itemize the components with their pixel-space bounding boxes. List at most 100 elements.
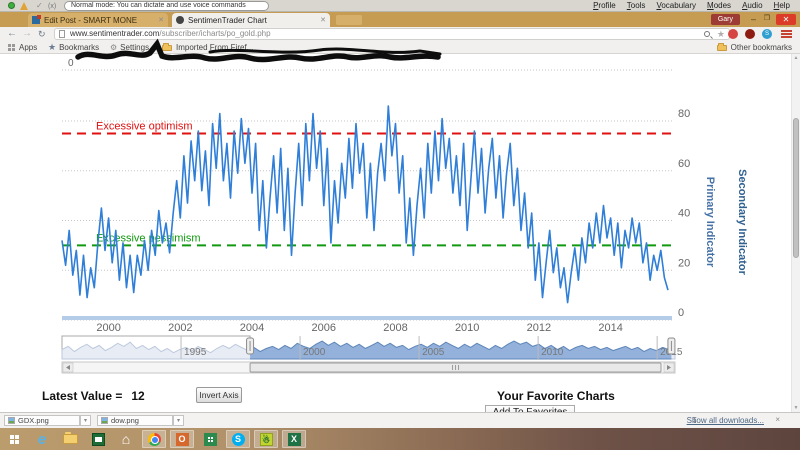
x-axis-tick-label: 2000 — [96, 322, 120, 334]
navigator-area-selected — [62, 341, 675, 359]
dragon-icon[interactable]: ☃ — [254, 430, 278, 448]
hscroll-left-icon — [66, 365, 70, 370]
calculator-icon[interactable] — [198, 430, 222, 448]
scrollbar-thumb[interactable] — [793, 118, 799, 258]
latest-value-readout: Latest Value =12 — [42, 389, 145, 403]
menu-vocabulary[interactable]: Vocabulary — [656, 1, 696, 10]
excel-icon[interactable]: X — [282, 430, 306, 448]
close-tab-icon[interactable]: ✕ — [158, 16, 164, 24]
outlook-icon[interactable]: O — [170, 430, 194, 448]
download-item-dow[interactable]: dow.png — [97, 415, 173, 426]
bookmark-imported-folder[interactable]: Imported From Firef... — [162, 41, 253, 54]
x-axis-tick-label: 2012 — [527, 322, 551, 334]
minimize-window-button[interactable]: – — [751, 13, 756, 25]
show-all-downloads-link[interactable]: Show all downloads... — [687, 416, 764, 425]
back-button[interactable]: ← — [7, 27, 17, 41]
scroll-down-icon[interactable]: ▼ — [792, 404, 800, 412]
navigator-handle[interactable] — [247, 338, 254, 354]
page-vertical-scrollbar[interactable]: ▲ ▼ — [791, 54, 800, 412]
microphone-status-icon[interactable] — [8, 2, 15, 9]
threshold-label: Excessive pessimism — [96, 232, 201, 244]
y-axis-tick-label: 40 — [678, 208, 690, 220]
check-icon: ✓ — [36, 2, 43, 10]
hscroll-thumb[interactable] — [250, 363, 661, 372]
sentiment-chart: 0 80 60 40 20 0 Excessive optimism Excessive pe… — [0, 0, 800, 412]
navigator-tick-label: 1995 — [184, 347, 207, 358]
reload-button[interactable]: ↻ — [38, 27, 46, 41]
menu-profile[interactable]: Profile — [593, 1, 616, 10]
image-file-icon — [8, 417, 15, 424]
close-tab-icon[interactable]: ✕ — [320, 16, 326, 24]
extension-icon-red[interactable] — [728, 29, 738, 39]
secondary-axis-title: Secondary Indicator — [736, 169, 748, 275]
download-item-gdx[interactable]: GDX.png — [4, 415, 80, 426]
close-window-button[interactable]: ✕ — [776, 14, 796, 25]
url-path: /subscriber/icharts/po_gold.php — [159, 29, 270, 39]
x-axis-band — [62, 316, 672, 320]
hscroll-right-button[interactable] — [664, 363, 674, 372]
x-axis-tick-label: 2002 — [168, 322, 192, 334]
primary-indicator-series — [62, 106, 668, 303]
tab-sentimentrader-chart[interactable]: SentimenTrader Chart ✕ — [172, 13, 330, 27]
scroll-up-icon[interactable]: ▲ — [792, 54, 800, 62]
y-axis-tick-label: 80 — [678, 108, 690, 120]
menu-help[interactable]: Help — [774, 1, 790, 10]
other-bookmarks[interactable]: Other bookmarks — [717, 41, 792, 54]
home-icon[interactable]: ⌂ — [114, 430, 138, 448]
download-item-menu-icon[interactable]: ▾ — [80, 415, 91, 426]
chrome-icon[interactable] — [142, 430, 166, 448]
bookmark-apps[interactable]: Apps — [8, 41, 37, 54]
search-icon[interactable] — [704, 31, 710, 37]
wordpress-favicon — [32, 16, 40, 24]
download-item-menu-icon[interactable]: ▾ — [173, 415, 184, 426]
maximize-window-button[interactable]: ❐ — [764, 13, 770, 25]
navigator-area-full — [62, 341, 675, 359]
browser-toolbar: ← → ↻ www.sentimentrader.com /subscriber… — [0, 27, 800, 41]
dragon-voice-bar: ✓ (x) Normal mode: You can dictate and u… — [0, 0, 800, 12]
x-axis-tick-label: 2008 — [383, 322, 407, 334]
threshold-label: Excessive optimism — [96, 120, 193, 132]
menu-tools[interactable]: Tools — [627, 1, 646, 10]
navigator-tick-label: 2005 — [422, 347, 445, 358]
hscroll-left-button[interactable] — [63, 363, 73, 372]
file-explorer-icon[interactable] — [58, 430, 82, 448]
menu-modes[interactable]: Modes — [707, 1, 731, 10]
y-axis-tick-label: 60 — [678, 158, 690, 170]
internet-explorer-icon[interactable]: e — [30, 430, 54, 448]
chart-hscrollbar-track[interactable] — [62, 362, 675, 373]
skype-icon[interactable]: S — [226, 430, 250, 448]
secondary-axis-tick-label: 0 — [68, 58, 74, 69]
address-bar[interactable]: www.sentimentrader.com /subscriber/ichar… — [54, 28, 730, 40]
chrome-menu-icon[interactable] — [781, 30, 792, 39]
navigator-handle[interactable] — [668, 338, 675, 354]
tab-edit-post[interactable]: Edit Post - SMART MONE ✕ — [28, 13, 168, 27]
invert-axis-button[interactable]: Invert Axis — [196, 387, 242, 403]
menu-audio[interactable]: Audio — [742, 1, 762, 10]
y-axis-tick-label: 0 — [678, 307, 684, 319]
new-tab-button[interactable] — [336, 15, 362, 25]
bookmark-star-icon[interactable]: ★ — [717, 30, 725, 39]
bookmark-settings[interactable]: ⚙ Settings — [110, 41, 149, 54]
url-domain: www.sentimentrader.com — [70, 29, 159, 39]
dragon-flame-icon[interactable] — [20, 2, 28, 10]
voice-mode-status-field: Normal mode: You can dictate and use voi… — [64, 1, 269, 11]
extension-icon-blue[interactable]: S — [762, 29, 772, 39]
forward-button[interactable]: → — [22, 27, 32, 41]
windows-taskbar: e ⌂ O S ☃ X 8:09 AM 8/1/2015 — [0, 428, 800, 450]
bookmarks-bar: Apps ★ Bookmarks ⚙ Settings Imported Fro… — [0, 41, 800, 54]
navigator-tick-label: 2015 — [660, 347, 683, 358]
tab-title: Edit Post - SMART MONE — [44, 16, 154, 25]
browser-tab-strip: Edit Post - SMART MONE ✕ SentimenTrader … — [0, 12, 800, 27]
hscroll-right-icon — [667, 365, 671, 370]
y-axis-tick-label: 20 — [678, 257, 690, 269]
folder-icon — [162, 45, 172, 51]
profile-name-button[interactable]: Gary — [711, 14, 740, 25]
primary-axis-title: Primary Indicator — [704, 177, 716, 268]
close-downloads-bar-icon[interactable]: × — [775, 415, 780, 424]
windows-start-icon[interactable] — [2, 430, 26, 448]
extension-icon-darkred[interactable] — [745, 29, 755, 39]
bookmark-bookmarks[interactable]: ★ Bookmarks — [48, 41, 99, 54]
x-axis-tick-label: 2014 — [598, 322, 622, 334]
green-app-icon[interactable] — [86, 430, 110, 448]
page-icon — [59, 30, 65, 38]
